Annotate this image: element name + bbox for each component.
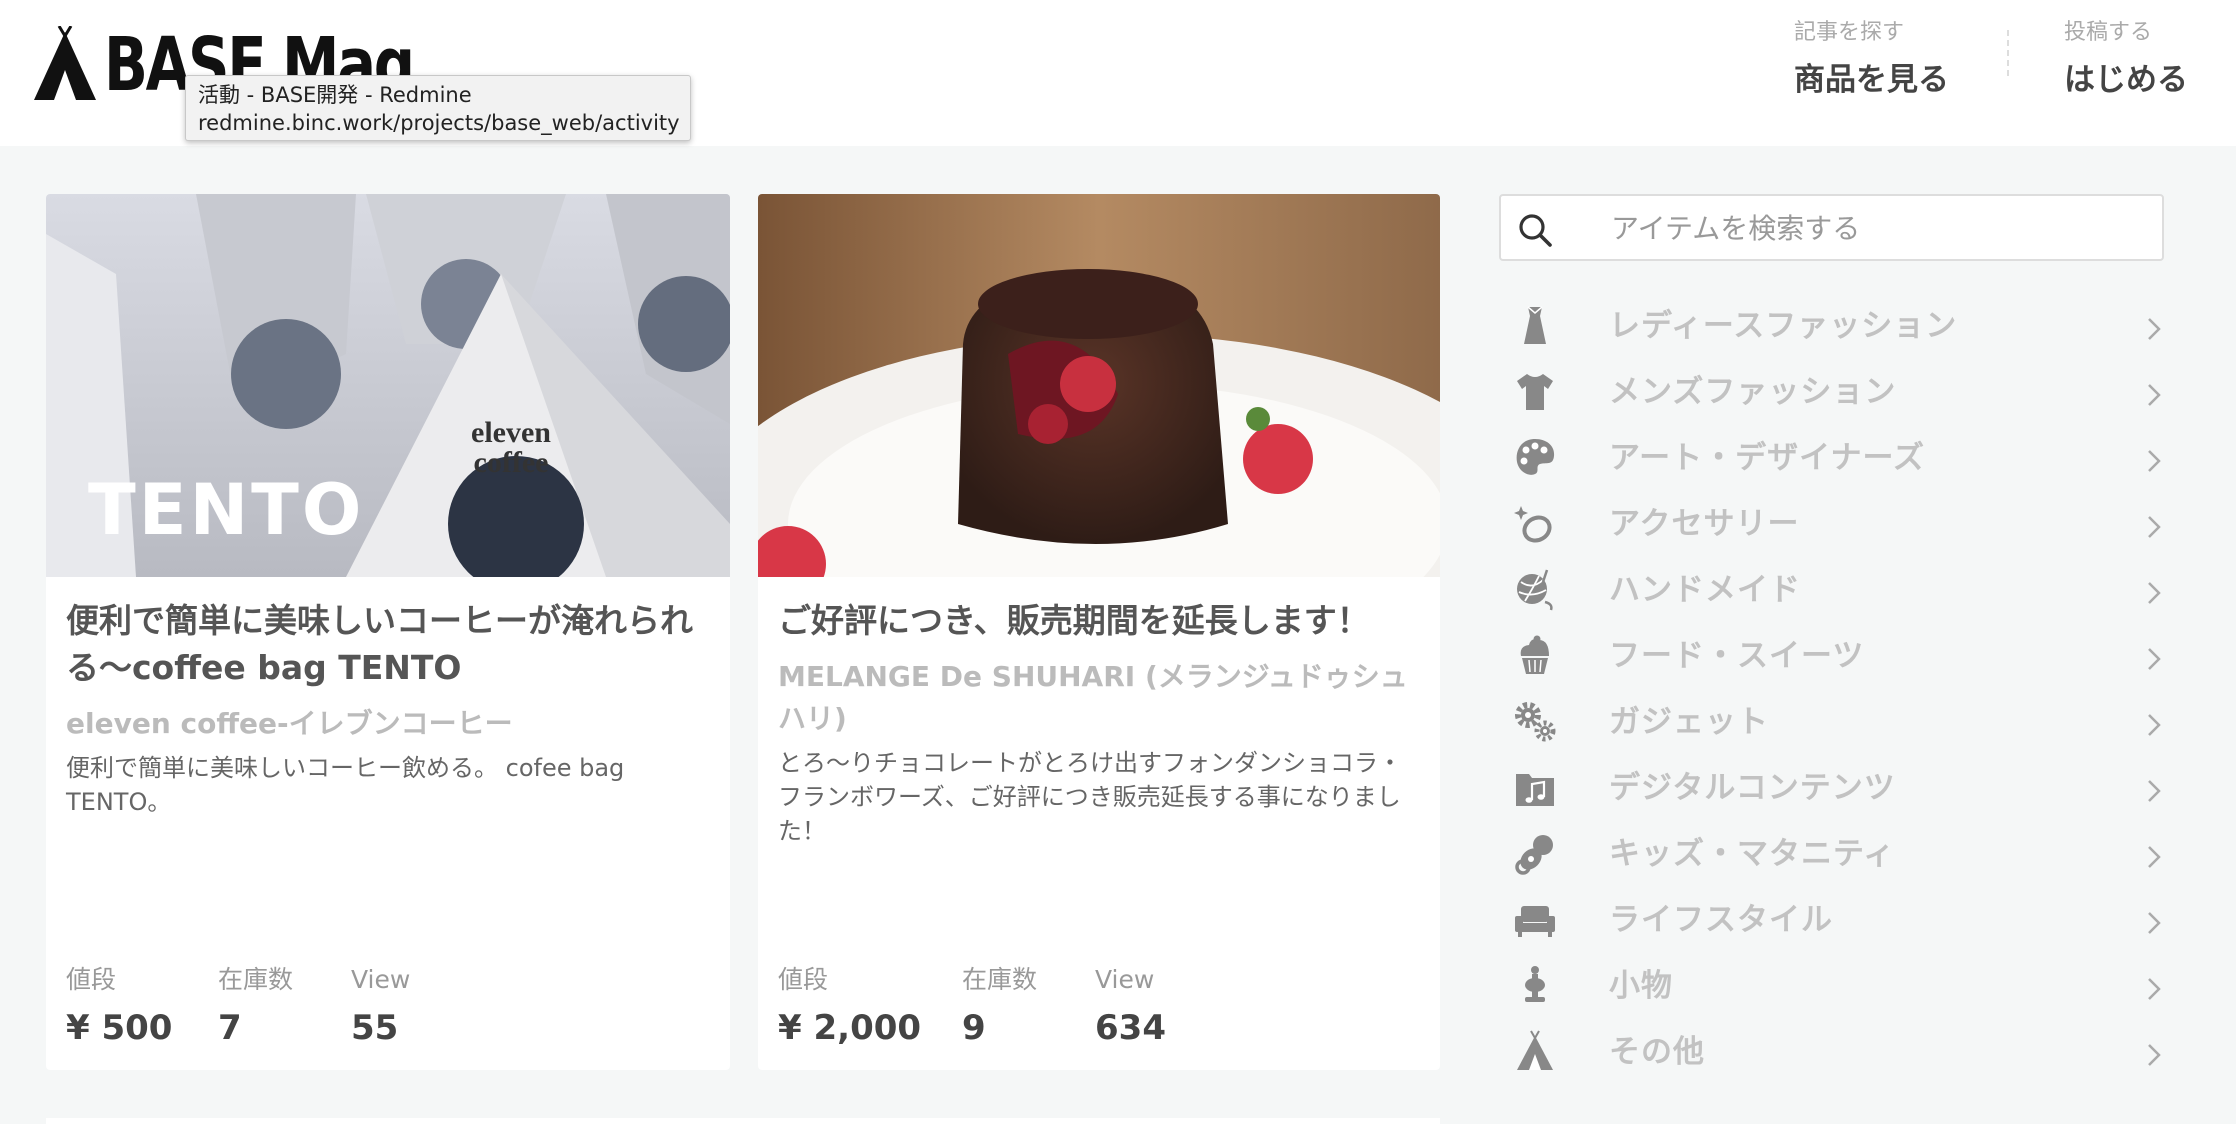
chevron-right-icon [2148, 912, 2161, 934]
card-shop-name[interactable]: MELANGE De SHUHARI (メランジュドゥシュハリ) [778, 656, 1420, 740]
stat-views: View 634 [1095, 962, 1166, 1050]
category-item-digital-contents[interactable]: デジタルコンテンツ [1499, 758, 2164, 824]
sofa-icon [1515, 906, 1555, 937]
chevron-right-icon [2148, 714, 2161, 736]
chevron-right-icon [2148, 978, 2161, 1000]
svg-text:eleven: eleven [471, 416, 551, 449]
card-image-caption: TENTO [88, 469, 365, 551]
chevron-right-icon [2148, 780, 2161, 802]
card-stats: 値段 ¥ 2,000 在庫数 9 View 634 [778, 962, 1166, 1050]
category-label: フード・スイーツ [1609, 638, 1865, 674]
article-card-melange[interactable]: ご好評につき、販売期間を延長します！ MELANGE De SHUHARI (メ… [758, 194, 1440, 1070]
stat-views-label: View [351, 965, 411, 994]
card-description: とろ〜りチョコレートがとろけ出すフォンダンショコラ・フランボワーズ、ご好評につき… [778, 749, 1402, 845]
next-article-card[interactable] [46, 1118, 1440, 1124]
card-description: 便利で簡単に美味しいコーヒー飲める。 cofee bag TENTO。 [66, 754, 625, 816]
category-label: 小物 [1609, 968, 1673, 1004]
card-shop-name[interactable]: eleven coffee-イレブンコーヒー [66, 703, 710, 745]
card-title[interactable]: ご好評につき、販売期間を延長します！ [778, 597, 1420, 644]
category-item-kids-maternity[interactable]: キッズ・マタニティ [1499, 824, 2164, 890]
figurine-icon [1525, 966, 1545, 1002]
nav-browse-caption: 記事を探す [1794, 20, 1905, 45]
stat-stock-label: 在庫数 [962, 965, 1038, 994]
category-item-ladies-fashion[interactable]: レディースファッション [1499, 296, 2164, 362]
category-label: アクセサリー [1609, 506, 1800, 542]
stat-price-value: ¥ 2,000 [778, 1008, 922, 1048]
dress-icon [1524, 306, 1546, 344]
palette-icon [1516, 439, 1555, 475]
stat-views-value: 55 [351, 1008, 399, 1048]
stat-price-label: 値段 [66, 965, 117, 994]
stat-stock-value: 9 [962, 1008, 986, 1048]
tooltip-url: redmine.binc.work/projects/base_web/acti… [198, 111, 680, 135]
stat-stock-value: 7 [218, 1008, 242, 1048]
card-image-coffee-bags[interactable]: eleven coffee TENTO [46, 194, 730, 577]
category-label: メンズファッション [1609, 374, 1897, 410]
category-item-accessories[interactable]: アクセサリー [1499, 494, 2164, 560]
chevron-right-icon [2148, 516, 2161, 538]
category-item-small-goods[interactable]: 小物 [1499, 956, 2164, 1022]
nav-browse-products[interactable]: 記事を探す 商品を見る [1794, 18, 1949, 100]
nav-browse-label: 商品を見る [1794, 62, 1949, 98]
site-header: BASE Mag 活動 - BASE開発 - Redmine redmine.b… [0, 0, 2236, 146]
chevron-right-icon [2148, 846, 2161, 868]
stat-price: 値段 ¥ 2,000 [778, 962, 962, 1050]
stat-price-label: 値段 [778, 965, 829, 994]
category-label: ライフスタイル [1609, 902, 1833, 938]
category-label: その他 [1609, 1034, 1705, 1070]
cupcake-icon [1520, 635, 1549, 674]
card-stats: 値段 ¥ 500 在庫数 7 View 55 [66, 962, 410, 1050]
pacifier-icon [1515, 835, 1553, 875]
search-icon[interactable] [1517, 212, 1553, 248]
stat-views-label: View [1095, 965, 1155, 994]
category-item-lifestyle[interactable]: ライフスタイル [1499, 890, 2164, 956]
tent-icon [1517, 1030, 1553, 1070]
category-item-others[interactable]: その他 [1499, 1022, 2164, 1088]
nav-start-caption: 投稿する [2064, 20, 2153, 45]
category-item-art-designers[interactable]: アート・デザイナーズ [1499, 428, 2164, 494]
stat-stock: 在庫数 7 [218, 962, 351, 1050]
category-item-handmade[interactable]: ハンドメイド [1499, 560, 2164, 626]
category-list: レディースファッション メンズファッション アート・デザイナーズ アクセサリー [1499, 296, 2164, 1088]
category-label: ハンドメイド [1609, 572, 1801, 608]
category-label: アート・デザイナーズ [1609, 440, 1925, 476]
chevron-right-icon [2148, 648, 2161, 670]
tshirt-icon [1517, 374, 1553, 410]
tent-logo-icon [34, 26, 96, 100]
card-image-fondant-chocolat[interactable] [758, 194, 1440, 577]
link-tooltip: 活動 - BASE開発 - Redmine redmine.binc.work/… [185, 75, 691, 141]
category-item-gadgets[interactable]: ガジェット [1499, 692, 2164, 758]
category-label: レディースファッション [1609, 308, 1958, 344]
svg-text:coffee: coffee [474, 446, 549, 479]
tooltip-title: 活動 - BASE開発 - Redmine [198, 83, 472, 107]
stat-price: 値段 ¥ 500 [66, 962, 218, 1050]
music-folder-icon [1516, 774, 1554, 806]
chevron-right-icon [2148, 450, 2161, 472]
card-title[interactable]: 便利で簡単に美味しいコーヒーが淹れられる〜coffee bag TENTO [66, 597, 710, 691]
stat-views: View 55 [351, 962, 410, 1050]
category-label: デジタルコンテンツ [1609, 770, 1896, 806]
stat-price-value: ¥ 500 [66, 1008, 173, 1048]
category-label: ガジェット [1609, 704, 1769, 740]
chevron-right-icon [2148, 318, 2161, 340]
category-item-mens-fashion[interactable]: メンズファッション [1499, 362, 2164, 428]
nav-start-posting[interactable]: 投稿する はじめる [2064, 18, 2188, 100]
chevron-right-icon [2148, 384, 2161, 406]
stat-views-value: 634 [1095, 1008, 1166, 1048]
nav-divider [2007, 30, 2009, 76]
category-label: キッズ・マタニティ [1609, 836, 1896, 872]
chevron-right-icon [2148, 1044, 2161, 1066]
category-item-food-sweets[interactable]: フード・スイーツ [1499, 626, 2164, 692]
yarn-icon [1517, 569, 1553, 611]
stat-stock-label: 在庫数 [218, 965, 294, 994]
gears-icon [1515, 702, 1556, 742]
ring-icon [1514, 506, 1552, 543]
stat-stock: 在庫数 9 [962, 962, 1095, 1050]
search-input[interactable] [1611, 206, 2141, 250]
nav-start-label: はじめる [2064, 62, 2188, 98]
chevron-right-icon [2148, 582, 2161, 604]
item-search-box[interactable] [1499, 194, 2164, 261]
article-card-tento[interactable]: eleven coffee TENTO 便利で簡単に美味しいコーヒーが淹れられる… [46, 194, 730, 1070]
